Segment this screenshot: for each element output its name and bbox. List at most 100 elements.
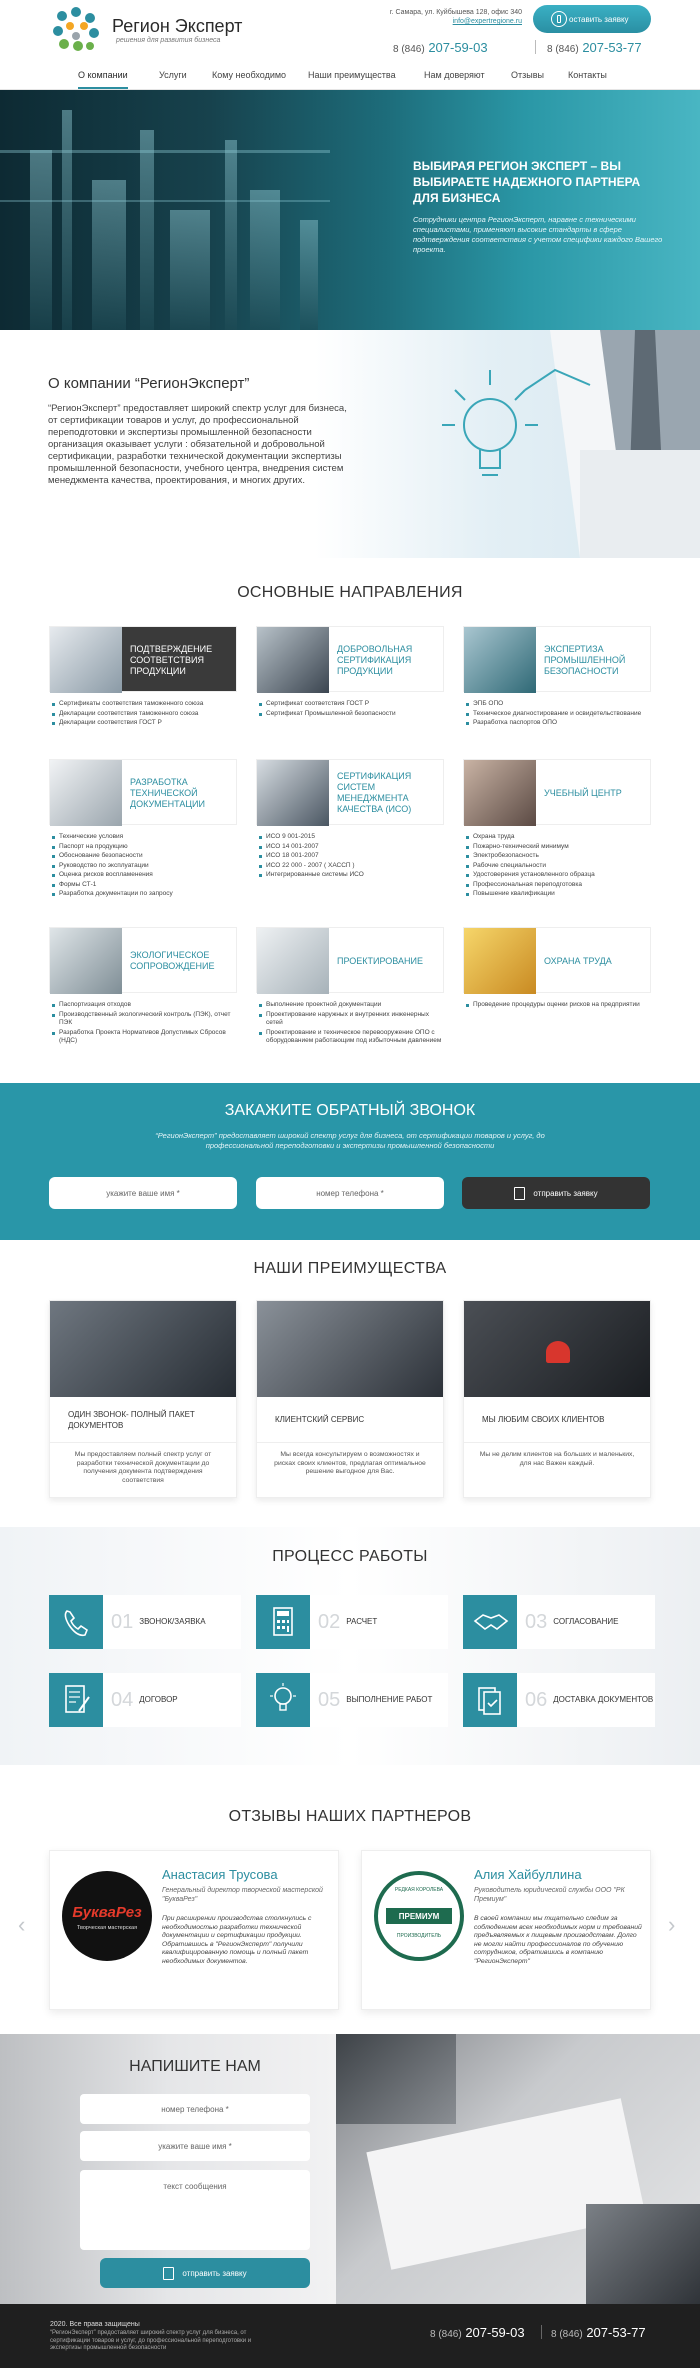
review-role: Руководитель юридической службы ООО "РК … [474, 1887, 625, 1903]
direction-card[interactable]: РАЗРАБОТКА ТЕХНИЧЕСКОЙ ДОКУМЕНТАЦИИ Техн… [49, 759, 237, 900]
card-title: СЕРТИФИКАЦИЯ СИСТЕМ МЕНЕДЖМЕНТА КАЧЕСТВА… [337, 771, 412, 814]
card-title: ОХРАНА ТРУДА [544, 955, 612, 966]
request-button-label: оставить заявку [569, 14, 629, 24]
direction-card[interactable]: ПРОЕКТИРОВАНИЕ Выполнение проектной доку… [256, 927, 444, 1047]
header-phone-1[interactable]: 8 (846) 207-59-03 [393, 40, 488, 55]
card-list: Технические условия Паспорт на продукцию… [49, 833, 237, 899]
card-header: УЧЕБНЫЙ ЦЕНТР [463, 759, 651, 826]
list-item: Пожарно-технический минимум [463, 843, 651, 852]
step-number: 01 [111, 1610, 134, 1633]
direction-card[interactable]: ПОДТВЕРЖДЕНИЕ СООТВЕТСТВИЯ ПРОДУКЦИИ Сер… [49, 626, 237, 729]
card-image [257, 760, 329, 826]
nav-item-reviews[interactable]: Отзывы [511, 70, 544, 80]
direction-card[interactable]: УЧЕБНЫЙ ЦЕНТР Охрана труда Пожарно-техни… [463, 759, 651, 900]
phone-icon [49, 1595, 103, 1649]
review-logo: БукваРез Творческая мастерская [62, 1871, 152, 1961]
header-phone-2[interactable]: 8 (846) 207-53-77 [547, 40, 642, 55]
list-item: Обоснование безопасности [49, 852, 237, 861]
callback-submit-button[interactable]: отправить заявку [462, 1177, 650, 1209]
document-icon [163, 2266, 175, 2280]
list-item: Электробезопасность [463, 852, 651, 861]
lightbulb-icon [256, 1673, 310, 1727]
list-item: Производственный экологический контроль … [49, 1011, 237, 1028]
step-label: СОГЛАСОВАНИЕ [553, 1617, 619, 1626]
direction-card[interactable]: ЭКСПЕРТИЗА ПРОМЫШЛЕННОЙ БЕЗОПАСНОСТИ ЭПБ… [463, 626, 651, 729]
phone-divider [535, 40, 536, 54]
advantage-title: МЫ ЛЮБИМ СВОИХ КЛИЕНТОВ [464, 1397, 650, 1443]
write-submit-button[interactable]: отправить заявку [100, 2258, 310, 2288]
direction-card[interactable]: ДОБРОВОЛЬНАЯ СЕРТИФИКАЦИЯ ПРОДУКЦИИ Серт… [256, 626, 444, 719]
list-item: Охрана труда [463, 833, 651, 842]
list-item: Декларации соответствия ГОСТ Р [49, 719, 237, 728]
header-email-link[interactable]: info@expertregione.ru [360, 18, 522, 25]
nav-item-contacts[interactable]: Контакты [568, 70, 607, 80]
card-title: ЭКОЛОГИЧЕСКОЕ СОПРОВОЖДЕНИЕ [130, 950, 215, 971]
step-number: 05 [318, 1688, 341, 1711]
phone-icon [551, 11, 567, 27]
card-title: ПОДТВЕРЖДЕНИЕ СООТВЕТСТВИЯ ПРОДУКЦИИ [130, 643, 213, 676]
phone-number: 207-59-03 [428, 40, 488, 55]
card-image [464, 760, 536, 826]
card-image [257, 627, 329, 693]
list-item: Разработка паспортов ОПО [463, 719, 651, 728]
write-name-input[interactable]: укажите ваше имя * [80, 2131, 310, 2161]
nav-item-services[interactable]: Услуги [159, 70, 187, 80]
direction-card[interactable]: ОХРАНА ТРУДА Проведение процедуры оценки… [463, 927, 651, 1011]
direction-card[interactable]: СЕРТИФИКАЦИЯ СИСТЕМ МЕНЕДЖМЕНТА КАЧЕСТВА… [256, 759, 444, 881]
card-header: СЕРТИФИКАЦИЯ СИСТЕМ МЕНЕДЖМЕНТА КАЧЕСТВА… [256, 759, 444, 826]
footer-text: “РегионЭксперт” предоставляет широкий сп… [50, 2330, 252, 2351]
footer-phone-1[interactable]: 8 (846) 207-59-03 [430, 2325, 525, 2340]
step-label: ДОСТАВКА ДОКУМЕНТОВ [553, 1695, 654, 1704]
logo-icon[interactable] [50, 4, 102, 54]
list-item: Разработка документации по запросу [49, 890, 237, 899]
phone-prefix: 8 (846) [551, 2329, 583, 2340]
list-item: Сертификат Промышленной безопасности [256, 710, 444, 719]
direction-card[interactable]: ЭКОЛОГИЧЕСКОЕ СОПРОВОЖДЕНИЕ Паспортизаци… [49, 927, 237, 1047]
phone-prefix: 8 (846) [430, 2329, 462, 2340]
list-item: Техническое диагностирование и освидетел… [463, 710, 651, 719]
list-item: Паспорт на продукцию [49, 843, 237, 852]
callback-phone-input[interactable]: номер телефона * [256, 1177, 444, 1209]
list-item: Рабочие специальности [463, 862, 651, 871]
list-item: Удостоверения установленного образца [463, 871, 651, 880]
nav-item-audience[interactable]: Кому необходимо [212, 70, 286, 80]
write-phone-input[interactable]: номер телефона * [80, 2094, 310, 2124]
advantage-card: КЛИЕНТСКИЙ СЕРВИС Мы всегда консультируе… [256, 1300, 444, 1498]
list-item: Формы СТ-1 [49, 881, 237, 890]
list-item: Технические условия [49, 833, 237, 842]
card-image [50, 627, 122, 693]
about-title: О компании “РегионЭксперт” [48, 375, 250, 392]
logo-title[interactable]: Регион Эксперт [112, 16, 242, 37]
about-text: “РегионЭксперт” предоставляет широкий сп… [48, 403, 347, 486]
nav-item-about[interactable]: О компании [78, 70, 128, 89]
advantage-title: КЛИЕНТСКИЙ СЕРВИС [257, 1397, 443, 1443]
callback-text: “РегионЭксперт” предоставляет широкий сп… [155, 1131, 545, 1150]
nav-item-trust[interactable]: Нам доверяют [424, 70, 485, 80]
card-header: ЭКОЛОГИЧЕСКОЕ СОПРОВОЖДЕНИЕ [49, 927, 237, 994]
list-item: Сертификат соответствия ГОСТ Р [256, 700, 444, 709]
step-label: РАСЧЕТ [346, 1617, 378, 1626]
list-item: ИСО 9 001-2015 [256, 833, 444, 842]
list-item: Повышение квалификации [463, 890, 651, 899]
footer-copyright: 2020. Все права защищены [50, 2321, 140, 2328]
handshake-icon [463, 1595, 517, 1649]
advantage-image [50, 1301, 236, 1397]
card-list: Охрана труда Пожарно-технический минимум… [463, 833, 651, 899]
next-arrow-icon[interactable]: › [668, 1912, 675, 1938]
card-title: РАЗРАБОТКА ТЕХНИЧЕСКОЙ ДОКУМЕНТАЦИИ [130, 776, 205, 809]
list-item: Декларации соответствия таможенного союз… [49, 710, 237, 719]
list-item: Разработка Проекта Нормативов Допустимых… [49, 1029, 237, 1046]
prev-arrow-icon[interactable]: ‹ [18, 1912, 25, 1938]
nav-item-advantages[interactable]: Наши преимущества [308, 70, 396, 80]
process-step: 04 ДОГОВОР [49, 1673, 241, 1727]
callback-name-input[interactable]: укажите ваше имя * [49, 1177, 237, 1209]
review-logo-text: ПРЕМИУМ [386, 1908, 452, 1924]
footer-phone-2[interactable]: 8 (846) 207-53-77 [551, 2325, 646, 2340]
step-number: 03 [525, 1610, 548, 1633]
directions-title: ОСНОВНЫЕ НАПРАВЛЕНИЯ [237, 584, 463, 601]
card-header: РАЗРАБОТКА ТЕХНИЧЕСКОЙ ДОКУМЕНТАЦИИ [49, 759, 237, 826]
advantage-card: ОДИН ЗВОНОК- ПОЛНЫЙ ПАКЕТ ДОКУМЕНТОВ Мы … [49, 1300, 237, 1498]
write-message-textarea[interactable]: текст сообщения [80, 2170, 310, 2250]
list-item: Проектирование наружных и внутренних инж… [256, 1011, 444, 1028]
card-list: Проведение процедуры оценки рисков на пр… [463, 1001, 651, 1010]
